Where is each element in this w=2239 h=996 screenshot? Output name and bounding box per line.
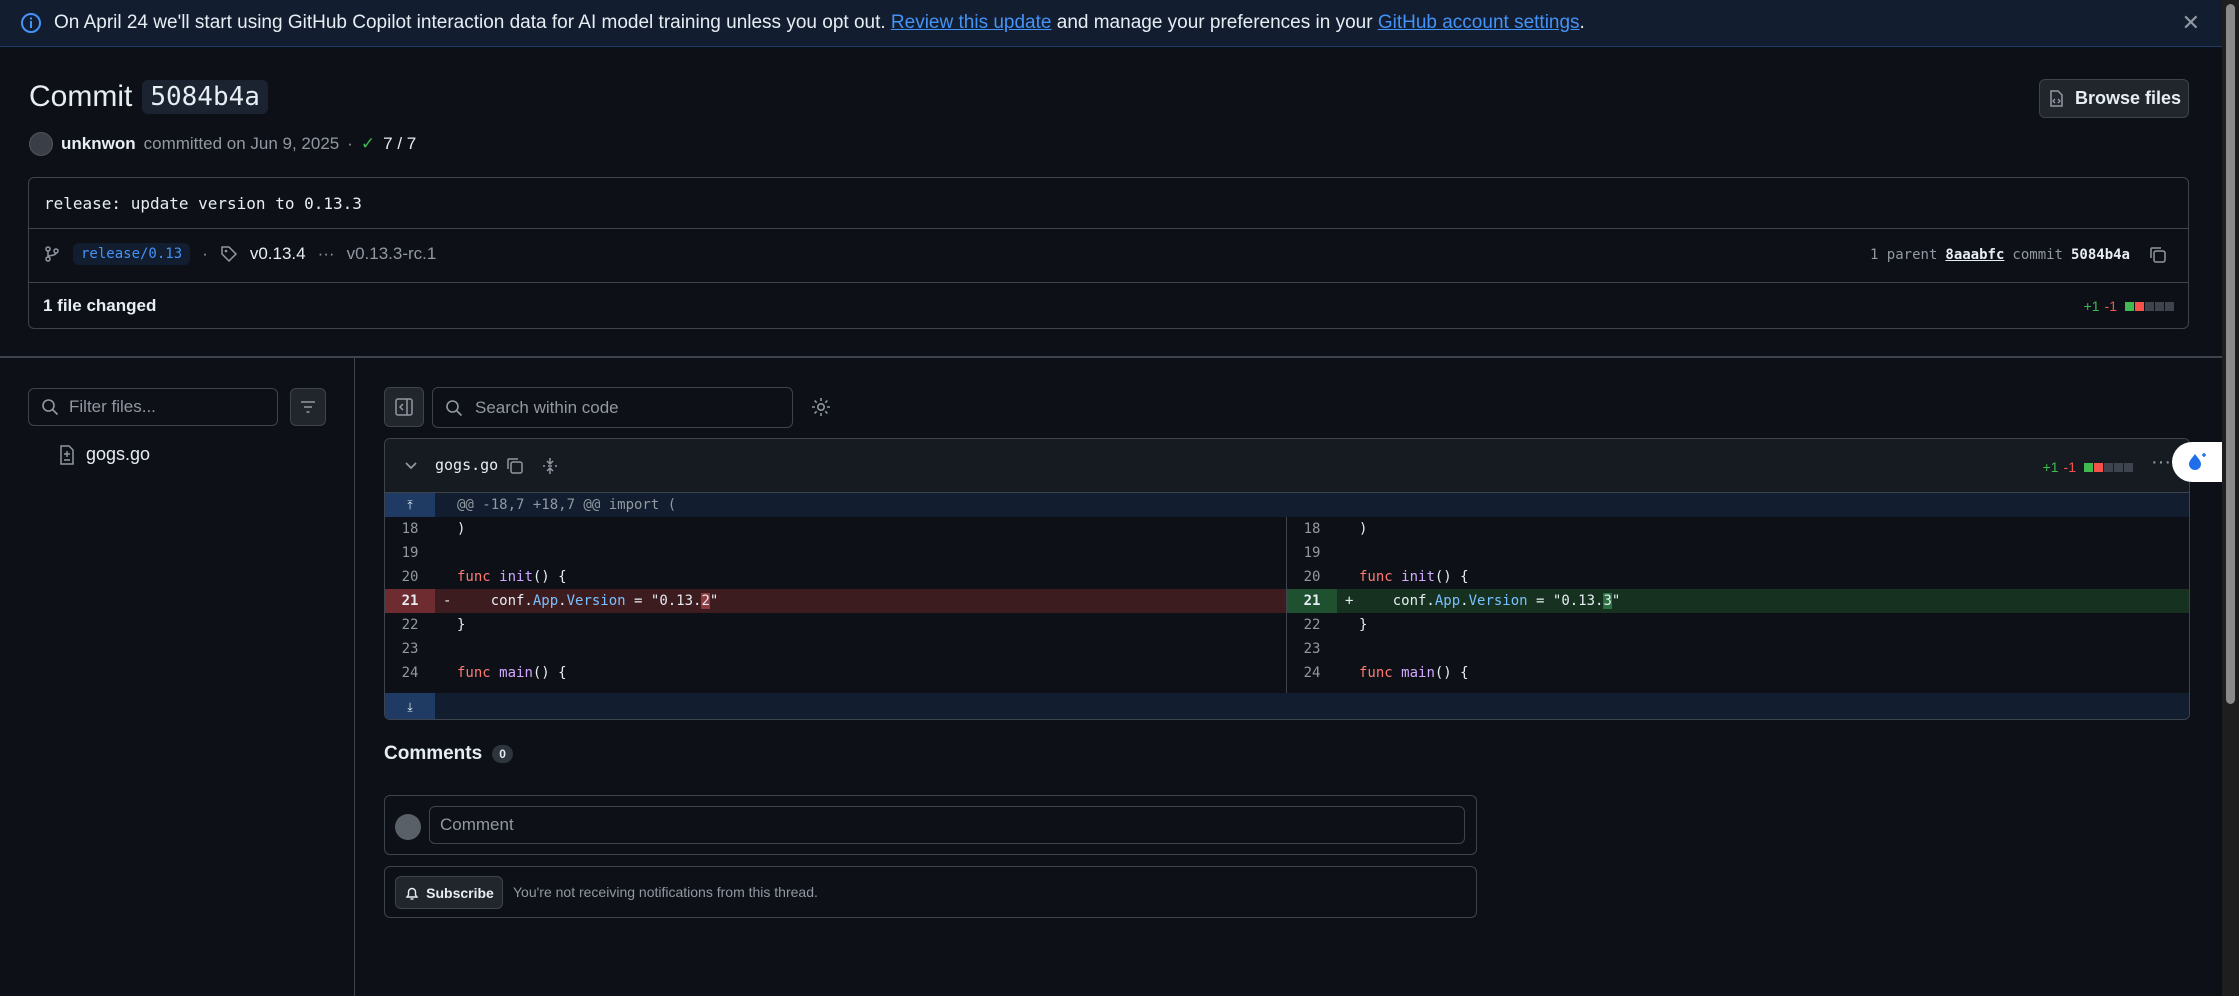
account-settings-link[interactable]: GitHub account settings bbox=[1378, 12, 1580, 33]
diff-file-header: gogs.go +1 -1 ··· bbox=[385, 439, 2189, 493]
branch-tag-row: release/0.13 · v0.13.4 ··· v0.13.3-rc.1 bbox=[43, 243, 436, 265]
diffstat-blocks bbox=[2125, 301, 2174, 311]
comment-input[interactable]: Comment bbox=[429, 806, 1465, 844]
diffstat: +1 -1 bbox=[2084, 298, 2174, 314]
file-diffstat: +1 -1 bbox=[2043, 459, 2133, 475]
banner-text: On April 24 we'll start using GitHub Cop… bbox=[54, 12, 1585, 33]
checks-status[interactable]: 7 / 7 bbox=[383, 134, 416, 154]
sidebar-divider bbox=[354, 358, 355, 996]
toggle-file-tree-button[interactable] bbox=[384, 387, 424, 427]
branch-label[interactable]: release/0.13 bbox=[73, 243, 191, 265]
comments-heading: Comments 0 bbox=[384, 743, 513, 765]
author-avatar[interactable] bbox=[29, 132, 53, 156]
file-code-icon bbox=[2050, 89, 2063, 107]
diff-line: 19 bbox=[401, 545, 419, 561]
comments-count-badge: 0 bbox=[492, 745, 513, 763]
search-icon bbox=[42, 399, 59, 416]
diff-line-added: 21 + conf.App.Version = "0.13.3" bbox=[1287, 589, 2189, 613]
page-scrollbar[interactable] bbox=[2222, 0, 2239, 996]
diff-line: 23 bbox=[401, 641, 419, 657]
diff-file-panel: gogs.go +1 -1 ··· ⤒ @@ -18,7 +18,7 @@ im… bbox=[384, 438, 2190, 720]
commit-sha-badge: 5084b4a bbox=[142, 80, 268, 114]
commit-meta: unknwon committed on Jun 9, 2025 · ✓ 7 /… bbox=[29, 132, 416, 156]
file-options-icon[interactable]: ··· bbox=[2151, 451, 2171, 474]
comment-composer: Comment bbox=[384, 795, 1477, 855]
extension-float-icon[interactable] bbox=[2172, 442, 2222, 482]
tag-link-prev[interactable]: v0.13.3-rc.1 bbox=[347, 244, 437, 264]
close-banner-icon[interactable]: ✕ bbox=[2182, 10, 2200, 36]
file-tree-item[interactable]: gogs.go bbox=[58, 444, 150, 465]
parent-info: 1 parent 8aaabfc commit 5084b4a bbox=[1870, 245, 2168, 265]
filter-files-input[interactable]: Filter files... bbox=[28, 388, 278, 426]
git-branch-icon bbox=[45, 246, 59, 262]
info-icon bbox=[21, 13, 41, 33]
tag-icon bbox=[221, 246, 237, 263]
subscribe-button[interactable]: Subscribe bbox=[395, 876, 503, 909]
subscription-box: Subscribe You're not receiving notificat… bbox=[384, 866, 1477, 918]
divider bbox=[29, 228, 2188, 229]
diff-line: 18) bbox=[1303, 521, 1368, 537]
author-link[interactable]: unknwon bbox=[61, 134, 136, 154]
diff-line: 24 func main() { bbox=[1303, 665, 1469, 681]
browse-files-button[interactable]: Browse files bbox=[2039, 79, 2189, 118]
droplet-icon bbox=[2189, 453, 2206, 470]
check-icon[interactable]: ✓ bbox=[361, 134, 375, 154]
hunk-header: ⤒ @@ -18,7 +18,7 @@ import ( bbox=[385, 493, 2189, 517]
diff-right-side: 18) 19 20 func init() { 21 + conf.App.Vers… bbox=[1287, 517, 2189, 693]
copy-icon[interactable] bbox=[505, 456, 525, 476]
diff-left-side: 18) 19 20 func init() { 21- conf.App.Vers… bbox=[385, 517, 1287, 693]
diff-filename[interactable]: gogs.go bbox=[435, 456, 498, 474]
filter-options-button[interactable] bbox=[290, 388, 326, 426]
committed-date: committed on Jun 9, 2025 bbox=[143, 134, 340, 153]
gear-icon[interactable] bbox=[810, 396, 832, 418]
copilot-announcement-banner: On April 24 we'll start using GitHub Cop… bbox=[0, 0, 2222, 47]
file-diff-icon bbox=[60, 444, 74, 465]
hunk-footer: ⤓ bbox=[385, 693, 2189, 719]
expand-all-icon[interactable] bbox=[540, 456, 560, 476]
parent-sha-link[interactable]: 8aaabfc bbox=[1945, 247, 2004, 263]
files-changed-count: 1 file changed bbox=[43, 296, 157, 315]
subscription-status: You're not receiving notifications from … bbox=[513, 884, 818, 900]
diff-line: 22} bbox=[1303, 617, 1368, 633]
scrollbar-thumb[interactable] bbox=[2226, 4, 2235, 704]
diff-line: 18) bbox=[401, 521, 466, 537]
tag-link[interactable]: v0.13.4 bbox=[250, 244, 306, 264]
diff-line: 22} bbox=[401, 617, 466, 633]
copy-icon[interactable] bbox=[2148, 245, 2168, 265]
more-tags-button[interactable]: ··· bbox=[318, 244, 335, 264]
commit-details-box: release: update version to 0.13.3 releas… bbox=[28, 177, 2189, 329]
filter-icon bbox=[301, 401, 315, 413]
expand-up-icon[interactable]: ⤒ bbox=[385, 493, 435, 517]
page-title: Commit 5084b4a bbox=[29, 80, 268, 114]
diff-line: 20 func init() { bbox=[1303, 569, 1469, 585]
commit-message: release: update version to 0.13.3 bbox=[44, 194, 362, 213]
diff-line-deleted: 21- conf.App.Version = "0.13.2" bbox=[385, 589, 1286, 613]
diff-line: 19 bbox=[1303, 545, 1321, 561]
commit-sha: 5084b4a bbox=[2070, 247, 2130, 263]
diff-line: 23 bbox=[1303, 641, 1321, 657]
diff-line: 24 func main() { bbox=[401, 665, 567, 681]
divider bbox=[29, 282, 2188, 283]
chevron-down-icon[interactable] bbox=[403, 457, 419, 473]
diff-line: 20 func init() { bbox=[401, 569, 567, 585]
bell-icon bbox=[405, 887, 419, 900]
search-within-code-input[interactable]: Search within code bbox=[432, 387, 793, 428]
sidebar-collapse-icon bbox=[395, 398, 413, 416]
review-update-link[interactable]: Review this update bbox=[891, 12, 1052, 33]
section-divider bbox=[0, 356, 2222, 358]
search-icon bbox=[446, 399, 463, 416]
avatar bbox=[395, 814, 421, 840]
expand-down-icon[interactable]: ⤓ bbox=[385, 693, 435, 719]
